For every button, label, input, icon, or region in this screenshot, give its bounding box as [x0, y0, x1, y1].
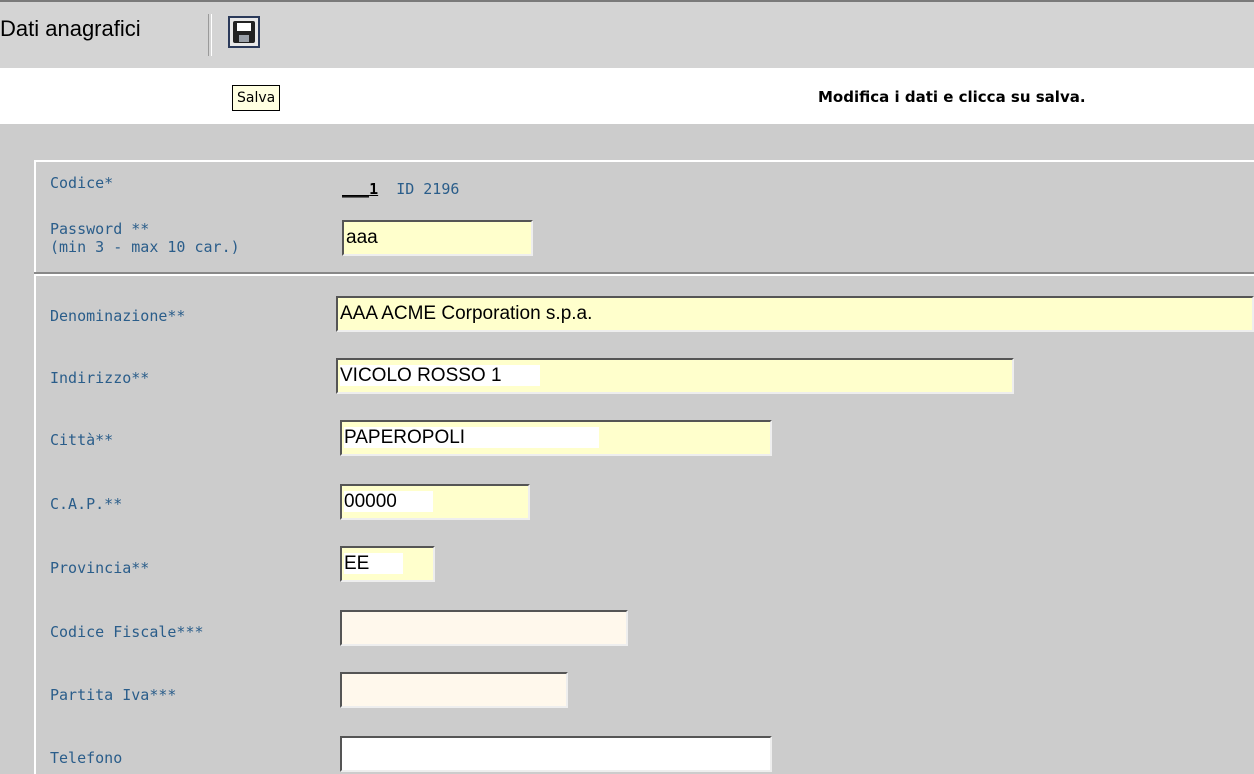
cap-field[interactable]: 00000 [340, 484, 530, 520]
page-title: Dati anagrafici [0, 16, 141, 41]
citta-label: Città** [50, 431, 114, 449]
codice-fiscale-field[interactable] [340, 610, 628, 646]
denominazione-field[interactable]: AAA ACME Corporation s.p.a. [336, 296, 1254, 332]
section-divider [34, 272, 1254, 276]
partita-iva-field[interactable] [340, 672, 568, 708]
toolbar-separator [208, 14, 212, 56]
codice-label: Codice* [50, 174, 114, 192]
password-label: Password ** (min 3 - max 10 car.) [50, 220, 240, 256]
cap-label: C.A.P.** [50, 495, 123, 513]
telefono-label: Telefono [50, 749, 123, 767]
record-id: ID 2196 [396, 180, 460, 198]
floppy-disk-icon [233, 21, 255, 43]
instruction-text: Modifica i dati e clicca su salva. [818, 88, 1086, 106]
save-button[interactable] [228, 16, 260, 48]
provincia-label: Provincia** [50, 559, 150, 577]
indirizzo-label: Indirizzo** [50, 369, 150, 387]
indirizzo-field[interactable]: VICOLO ROSSO 1 [336, 358, 1014, 394]
save-tooltip: Salva [232, 85, 281, 111]
denominazione-label: Denominazione** [50, 307, 186, 325]
provincia-field[interactable]: EE [340, 546, 435, 582]
partita-iva-label: Partita Iva*** [50, 686, 177, 704]
codice-value: ___1 ID 2196 [342, 180, 459, 198]
codice-number: ___1 [342, 180, 379, 198]
telefono-field[interactable] [340, 736, 772, 772]
citta-field[interactable]: PAPEROPOLI [340, 420, 772, 456]
toolbar: Dati anagrafici [0, 0, 1254, 68]
codice-fiscale-label: Codice Fiscale*** [50, 623, 204, 641]
password-field[interactable]: aaa [342, 220, 533, 256]
